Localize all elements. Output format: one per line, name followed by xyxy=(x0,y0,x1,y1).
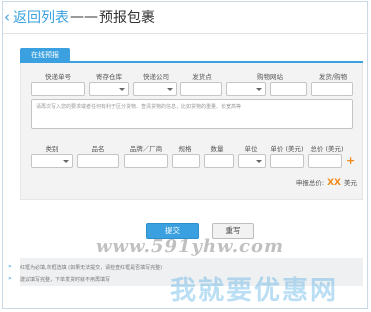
watermark-text: 我就要优惠网 xyxy=(170,276,339,306)
declared-total-value: XX xyxy=(327,178,341,188)
label-ship-from: 发货点 xyxy=(192,73,212,81)
total-price-input[interactable] xyxy=(308,154,342,168)
declared-total: 申报总价: XX 美元 xyxy=(296,177,357,188)
item-name-input[interactable] xyxy=(77,154,119,168)
tab-online-forecast[interactable]: 在线预报 xyxy=(20,48,70,62)
spec-input[interactable] xyxy=(172,154,200,168)
chevron-left-icon[interactable]: ‹ xyxy=(4,9,10,25)
label-warehouse: 寄存仓库 xyxy=(96,73,122,81)
quantity-input[interactable] xyxy=(204,154,234,168)
note-complete: 建议填写完整，下单发货时就不用再填写 xyxy=(20,277,111,283)
label-unit-price: 单价 (美元) xyxy=(270,145,304,153)
label-item-name: 品名 xyxy=(91,145,105,153)
unit-select[interactable] xyxy=(238,154,266,168)
label-total-price: 总价 (美元) xyxy=(310,145,344,153)
label-tracking-number: 快递单号 xyxy=(45,73,71,81)
page-header: ‹ 返回列表 —— 预报包裹 xyxy=(4,6,155,28)
label-courier: 快递公司 xyxy=(143,73,169,81)
declared-total-currency: 美元 xyxy=(344,179,357,187)
label-category: 类别 xyxy=(45,145,59,153)
shopping-site-select[interactable] xyxy=(226,82,266,96)
shopping-site-input[interactable] xyxy=(270,82,307,96)
back-to-list-link[interactable]: 返回列表 xyxy=(13,7,69,27)
tracking-number-input[interactable] xyxy=(31,82,85,96)
courier-select[interactable] xyxy=(133,82,177,96)
watermark-url: www.591yhw.com xyxy=(96,236,285,257)
title-separator: —— xyxy=(70,9,98,25)
label-shipping: 发货/购物 xyxy=(318,73,348,81)
label-shopping-site: 购物网站 xyxy=(257,73,283,81)
category-select[interactable] xyxy=(31,154,73,168)
remarks-textarea[interactable]: 请再次写入您的要求或者任何有利于区分货物、查清货物的信息，比如货物的重量、长宽高… xyxy=(31,99,353,129)
declared-total-label: 申报总价: xyxy=(295,179,325,187)
shipping-input[interactable] xyxy=(311,82,353,96)
unit-price-input[interactable] xyxy=(270,154,304,168)
add-row-icon[interactable]: + xyxy=(346,155,355,166)
note-required: 红框为必填,灰框选填 (如果无法提交，请检查红框是否填写完整) xyxy=(20,265,163,271)
chevron-double-right-icon: » xyxy=(8,263,12,270)
brand-input[interactable] xyxy=(124,154,168,168)
label-brand: 品牌／厂商 xyxy=(129,145,163,153)
page-title: 预报包裹 xyxy=(99,10,155,26)
chevron-double-right-icon: » xyxy=(8,275,12,282)
header-divider xyxy=(3,33,368,34)
warehouse-select[interactable] xyxy=(89,82,129,96)
ship-from-input[interactable] xyxy=(180,82,222,96)
